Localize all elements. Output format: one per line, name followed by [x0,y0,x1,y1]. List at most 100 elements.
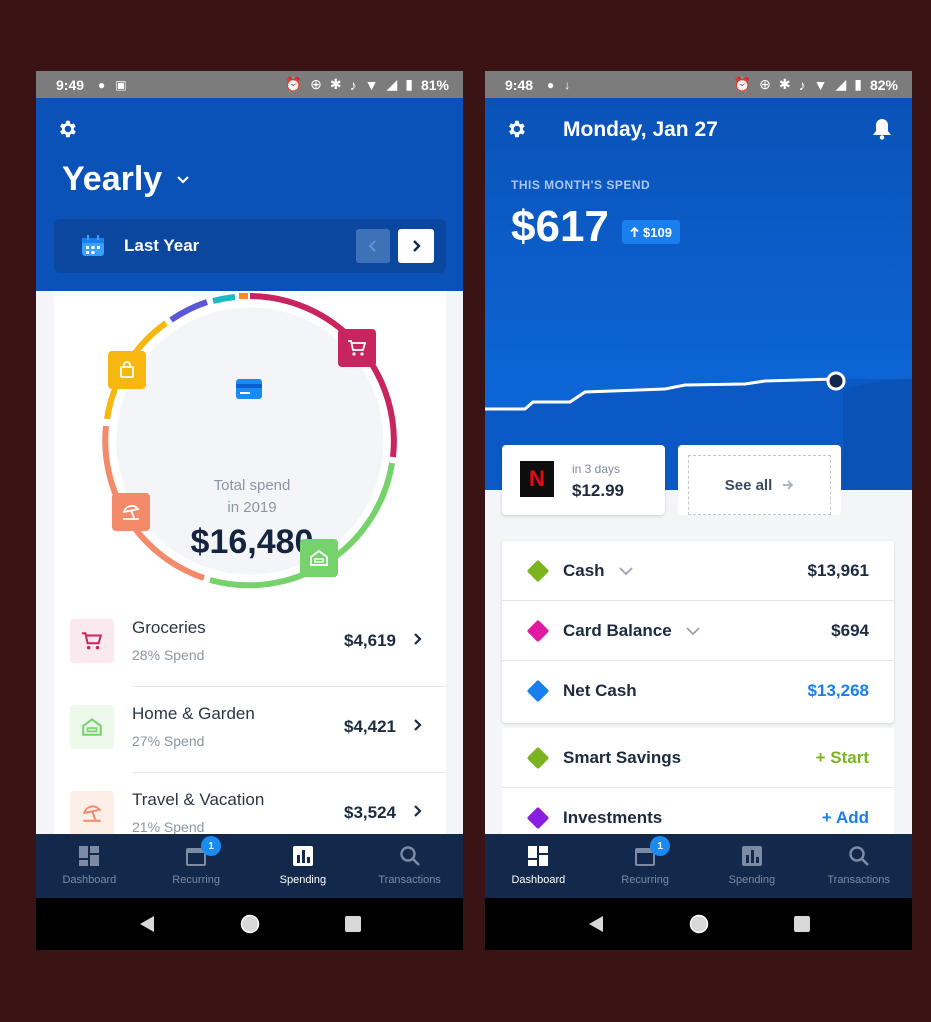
chevron-down-icon[interactable] [618,566,633,576]
account-row-net-cash[interactable]: Net Cash $13,268 [502,661,894,721]
dashboard-icon [528,846,549,866]
wifi-icon: ▼ [364,76,379,93]
signal-icon: ◢ [835,76,847,92]
category-amount: $4,619 [344,631,396,650]
donut-center: Total spend in 2019 $16,480 [114,359,390,635]
settings-gear-icon[interactable] [56,118,78,145]
mute-icon: ♪ [349,76,357,93]
category-name: Travel & Vacation [132,790,265,809]
features-card: Smart Savings + Start Investments + Add [502,728,894,838]
spending-header: Yearly Last Year [36,98,463,291]
alarm-icon: ⏰ [284,76,303,92]
alarm-icon: ⏰ [733,76,752,92]
monthly-spend-chart [485,98,912,490]
chevron-left-icon [368,240,376,252]
shopping-bag-icon [120,361,134,378]
back-icon[interactable] [588,915,604,933]
chevron-right-icon [413,240,421,252]
nav-transactions[interactable]: Transactions [805,834,912,898]
system-nav-bar [36,898,463,950]
battery-icon: ▮ [405,76,413,92]
back-icon[interactable] [139,915,155,933]
nav-recurring[interactable]: 1 Recurring [143,834,250,898]
recents-icon[interactable] [793,916,810,932]
groceries-segment-marker[interactable] [338,329,376,367]
beach-umbrella-icon [122,505,140,520]
nav-spending[interactable]: Spending [250,834,357,898]
nav-spending[interactable]: Spending [699,834,806,898]
dashboard-header: Monday, Jan 27 THIS MONTH'S SPEND $617 $… [485,98,912,490]
account-row-cash[interactable]: Cash $13,961 [502,541,894,601]
nav-label: Transactions [827,874,890,886]
category-percent: 28% Spend [132,647,205,663]
house-icon [70,705,114,749]
status-bar: 9:48 ● ↓ ⏰ ⊕ ✱ ♪ ▼ ◢ ▮ 82% [485,71,912,98]
account-name: Net Cash [563,681,637,700]
accounts-card: Cash $13,961 Card Balance $694 Net Cash … [502,541,894,723]
category-amount: $4,421 [344,717,396,736]
search-icon [848,846,869,866]
previous-period-button[interactable] [356,229,390,263]
travel-segment-marker[interactable] [112,493,150,531]
nav-dashboard[interactable]: Dashboard [485,834,592,898]
category-percent: 21% Spend [132,819,205,835]
chevron-right-icon [414,805,422,817]
signal-icon: ◢ [386,76,398,92]
nav-label: Dashboard [511,874,566,886]
period-type-dropdown[interactable]: Yearly [62,160,190,199]
mute-icon: ♪ [798,76,806,93]
account-row-card-balance[interactable]: Card Balance $694 [502,601,894,661]
category-row-groceries[interactable]: Groceries 28% Spend $4,619 [54,601,446,687]
image-notification-icon: ▣ [115,77,127,92]
nav-recurring[interactable]: 1 Recurring [592,834,699,898]
cash-diamond-icon [526,559,550,583]
system-nav-bar [485,898,912,950]
feature-row-smart-savings[interactable]: Smart Savings + Start [502,728,894,788]
shopping-segment-marker[interactable] [108,351,146,389]
start-savings-button[interactable]: + Start [816,748,869,768]
recents-icon[interactable] [344,916,361,932]
period-type-label: Yearly [62,160,163,198]
chevron-down-icon [177,175,189,184]
sync-icon: ⊕ [759,76,771,92]
download-icon: ↓ [564,77,571,92]
home-icon[interactable] [240,914,260,934]
home-icon[interactable] [689,914,709,934]
nav-label: Spending [728,874,776,886]
bill-amount: $12.99 [572,481,624,500]
home-garden-segment-marker[interactable] [300,539,338,577]
net-cash-diamond-icon [526,679,550,703]
nav-transactions[interactable]: Transactions [356,834,463,898]
see-all-bills-button[interactable]: See all [678,445,841,515]
account-name: Cash [563,561,605,580]
period-selector: Last Year [54,219,446,273]
account-value: $13,961 [807,561,869,580]
category-list: Groceries 28% Spend $4,619 Home & Garden… [54,601,446,859]
feature-name: Investments [563,808,663,827]
recurring-badge: 1 [201,836,222,856]
add-investments-button[interactable]: + Add [822,808,869,828]
arrow-up-icon [630,226,639,237]
total-spend-value: $16,480 [190,523,314,561]
category-name: Home & Garden [132,704,255,723]
bar-chart-icon [741,846,762,866]
settings-gear-icon[interactable] [505,118,527,145]
nav-label: Dashboard [62,874,117,886]
nav-dashboard[interactable]: Dashboard [36,834,143,898]
status-time: 9:49 [56,76,85,93]
see-all-label: See all [724,476,773,494]
app-notification-icon: ● [98,77,106,92]
notification-bell-icon[interactable] [872,118,892,145]
battery-percent: 81% [420,76,449,93]
status-time: 9:48 [505,76,534,93]
cart-icon [348,340,367,356]
recurring-badge: 1 [650,836,671,856]
spending-summary-card: Total spend in 2019 $16,480 Groceries 28… [54,291,446,841]
status-bar: 9:49 ● ▣ ⏰ ⊕ ✱ ♪ ▼ ◢ ▮ 81% [36,71,463,98]
upcoming-bill-card[interactable]: N in 3 days $12.99 [502,445,665,515]
next-period-button[interactable] [398,229,434,263]
category-percent: 27% Spend [132,733,205,749]
chevron-down-icon[interactable] [686,626,700,636]
category-row-home-garden[interactable]: Home & Garden 27% Spend $4,421 [54,687,446,773]
dashboard-icon [79,846,100,866]
